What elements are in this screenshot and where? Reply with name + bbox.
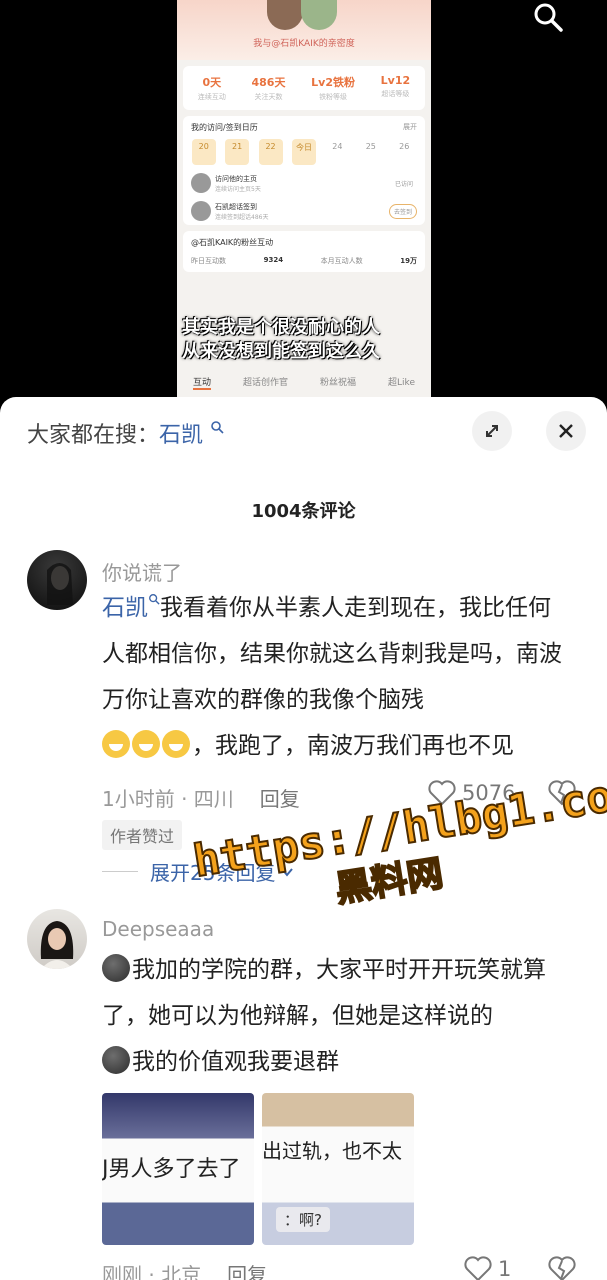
comment-username[interactable]: 你说谎了 (102, 557, 182, 586)
comment-meta: 1小时前 · 四川 回复 (102, 787, 300, 811)
screen: 我与@石凯KAIK的亲密度 0天 连续互动 486天 关注天数 Lv2铁粉 铁粉等级 … (0, 0, 607, 1280)
stat-item: 486天 关注天数 (251, 76, 286, 101)
trending-search[interactable]: 大家都在搜：石凯 (27, 417, 224, 449)
tab-fans: 粉丝祝福 (320, 378, 357, 388)
fans-card: @石凯KAIK的粉丝互动 昨日互动数 9324 本月互动人数 19万 (183, 231, 425, 272)
profile-header: 我与@石凯KAIK的亲密度 (177, 0, 431, 60)
search-icon (149, 594, 160, 605)
close-icon (559, 424, 573, 438)
avatar (191, 173, 211, 193)
author-liked-badge: 作者赞过 (102, 820, 183, 850)
fans-stats: 昨日互动数 9324 本月互动人数 19万 (191, 256, 417, 265)
grin-emoji-icon (132, 730, 160, 758)
reply-button[interactable]: 回复 (260, 787, 300, 811)
calendar-day: 22 (258, 139, 283, 165)
calendar-day: 今日 (291, 139, 316, 165)
grin-emoji-icon (102, 730, 130, 758)
stat-item: 0天 连续互动 (197, 76, 226, 101)
video-subtitle: 其实我是个很没耐心的人 从来没想到能签到这么久 (182, 317, 380, 362)
comment-meta: 刚刚 · 北京 回复 (102, 1259, 267, 1280)
comment-text: 石凯 我看着你从半素人走到现在，我比任何人都相信你，结果你就这么背刺我是吗，南波万… (102, 594, 562, 759)
visit-row: 访问他的主页 连续访问主页5天 已访问 (183, 169, 425, 197)
fans-title: @石凯KAIK的粉丝互动 (191, 238, 274, 247)
tab-creator: 超话创作官 (243, 378, 289, 388)
comment-username[interactable]: Deepseaaa (102, 917, 214, 941)
grin-emoji-icon (162, 730, 190, 758)
calendar-more: 展开 (403, 123, 417, 131)
like-count: 1 (498, 1257, 512, 1280)
avatar (301, 0, 337, 30)
avatar (267, 0, 303, 30)
comment-images: J男人多了去了 出过轨，也不太 ：啊? (102, 1093, 414, 1245)
dark-moon-emoji-icon (102, 954, 130, 982)
avatar (191, 201, 211, 221)
broken-heart-icon (548, 1256, 576, 1280)
expand-icon (486, 425, 498, 437)
avatar-pair (267, 0, 339, 30)
trending-keyword[interactable]: 石凯 (159, 423, 203, 448)
tab-superlike: 超Like (388, 378, 415, 388)
comment-count: 1004条评论 (251, 501, 356, 522)
dark-moon-emoji-icon (102, 1046, 130, 1074)
stats-card: 0天 连续互动 486天 关注天数 Lv2铁粉 铁粉等级 Lv12 超话等级 (183, 66, 425, 110)
search-icon[interactable] (533, 2, 563, 32)
profile-tabs: 互动 超话创作官 粉丝祝福 超Like (177, 375, 431, 390)
expand-button[interactable] (472, 411, 512, 451)
mention-link[interactable]: 石凯 (102, 594, 160, 621)
calendar-day: 26 (399, 142, 410, 151)
reply-button[interactable]: 回复 (227, 1263, 267, 1280)
calendar-card: 我的访问/签到日历 展开 20 21 22 今日 24 25 26 访问他的主页连… (183, 116, 425, 225)
avatar[interactable] (27, 550, 87, 610)
comment-image[interactable]: J男人多了去了 (102, 1093, 254, 1245)
video-player[interactable]: 我与@石凯KAIK的亲密度 0天 连续互动 486天 关注天数 Lv2铁粉 铁粉等级 … (0, 0, 607, 410)
comment-text: 我加的学院的群，大家平时开开玩笑就算了，她可以为他辩解，但她是这样说的 我的价值观… (102, 947, 572, 1085)
heart-icon (464, 1256, 492, 1280)
calendar-day: 21 (225, 139, 250, 165)
calendar-title: 我的访问/签到日历 (191, 123, 258, 132)
avatar[interactable] (27, 909, 87, 969)
close-button[interactable] (546, 411, 586, 451)
checkin-row: 石凯超话签到 连续签到超话486天 去签到 (183, 197, 425, 225)
dislike-button[interactable] (548, 1256, 576, 1280)
stat-item: Lv12 超话等级 (380, 74, 411, 98)
search-icon (211, 421, 224, 434)
calendar-day: 25 (365, 142, 376, 151)
tab-interact: 互动 (193, 375, 212, 390)
intimacy-title: 我与@石凯KAIK的亲密度 (253, 39, 355, 49)
comment-image[interactable]: 出过轨，也不太 ：啊? (262, 1093, 414, 1245)
stat-item: Lv2铁粉 铁粉等级 (311, 76, 355, 101)
calendar-day: 24 (332, 142, 343, 151)
like-button[interactable]: 1 (464, 1256, 511, 1280)
calendar-day: 20 (191, 139, 216, 165)
